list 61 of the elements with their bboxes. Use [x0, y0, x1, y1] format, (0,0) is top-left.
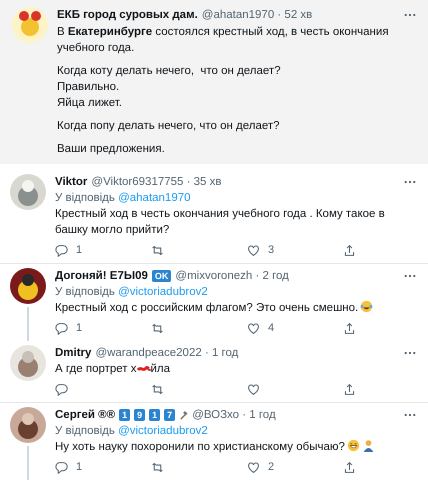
name-badge: 9: [134, 409, 146, 421]
name-badge: 1: [149, 409, 160, 421]
handle-time: @mixvoronezh · 2 год: [175, 270, 289, 282]
tweet-text: Крестный ход с российским флагом? Это очень смешно.: [55, 302, 358, 314]
like-icon[interactable]: [247, 322, 260, 334]
reply-icon[interactable]: [55, 460, 68, 474]
tweet-text: Когда попу делать нечего, что он делает?: [57, 119, 281, 134]
tweet-text: В Екатеринбурге состоялся крестный ход, в честь окончания учебного года.: [57, 25, 390, 56]
reply-label: У відповідь: [55, 192, 115, 204]
reply-icon[interactable]: [55, 244, 68, 256]
retweet-icon[interactable]: [151, 244, 164, 256]
avatar: [10, 268, 46, 304]
author-name[interactable]: ЕКБ город суровых дам.: [57, 9, 198, 21]
tweet-text: А где портрет х: [55, 363, 136, 375]
avatar: [12, 7, 48, 43]
author-name[interactable]: Догоняй! E7Ы09: [55, 270, 148, 282]
reply-icon[interactable]: [55, 322, 68, 334]
reply-label: У відповідь: [55, 286, 115, 298]
tweet-text: Крестный ход в честь окончания учебного года . Кому такое в башку могло прийти?: [55, 208, 385, 236]
author-name[interactable]: Dmitry: [55, 347, 92, 359]
hammer-icon: [179, 410, 188, 420]
reply-count: 1: [76, 461, 82, 473]
avatar: [10, 345, 46, 381]
more-icon[interactable]: [404, 180, 416, 184]
retweet-icon[interactable]: [151, 460, 164, 474]
tweet-text: Когда коту делать нечего, что он делает? Правильно. Яйца лижет.: [57, 64, 282, 111]
name-badge: 1: [119, 409, 130, 421]
share-icon[interactable]: [343, 244, 356, 256]
more-icon[interactable]: [404, 351, 416, 355]
share-icon[interactable]: [343, 322, 356, 334]
retweet-icon[interactable]: [151, 322, 164, 334]
handle-time: @warandpeace2022 · 1 год: [95, 347, 238, 359]
author-name[interactable]: Viktor: [55, 176, 88, 188]
name-badge: 7: [164, 409, 176, 421]
tweet-text: Ну хоть науку похоронили по христианскому обычаю?: [55, 441, 345, 453]
retweet-icon[interactable]: [151, 382, 164, 396]
author-name[interactable]: Сергей ®®: [55, 409, 116, 421]
avatar: [10, 174, 46, 210]
share-icon[interactable]: [343, 460, 356, 474]
like-count: 3: [268, 244, 274, 256]
reply-count: 1: [76, 244, 82, 256]
more-icon[interactable]: [404, 274, 416, 278]
more-icon[interactable]: [404, 413, 416, 417]
like-icon[interactable]: [247, 460, 260, 474]
reply-label: У відповідь: [55, 425, 115, 437]
like-count: 2: [268, 461, 274, 473]
name-badge: OK: [152, 270, 172, 282]
like-icon[interactable]: [247, 382, 260, 396]
more-icon[interactable]: [404, 13, 416, 17]
tweet-text: Ваши предложения.: [57, 142, 166, 157]
share-icon[interactable]: [343, 382, 356, 396]
like-icon[interactable]: [247, 244, 260, 256]
reply-count: 1: [76, 322, 82, 334]
avatar: [10, 407, 46, 443]
like-count: 4: [268, 322, 274, 334]
tweet-text: йла: [150, 363, 170, 375]
reply-icon[interactable]: [55, 382, 68, 396]
handle-time: @ВОЗхо · 1 год: [192, 409, 276, 421]
handle-time: @ahatan1970 · 52 хв: [202, 9, 312, 21]
redaction-scribble: [136, 364, 150, 373]
handle-time: @Viktor69317755 · 35 хв: [91, 176, 222, 188]
